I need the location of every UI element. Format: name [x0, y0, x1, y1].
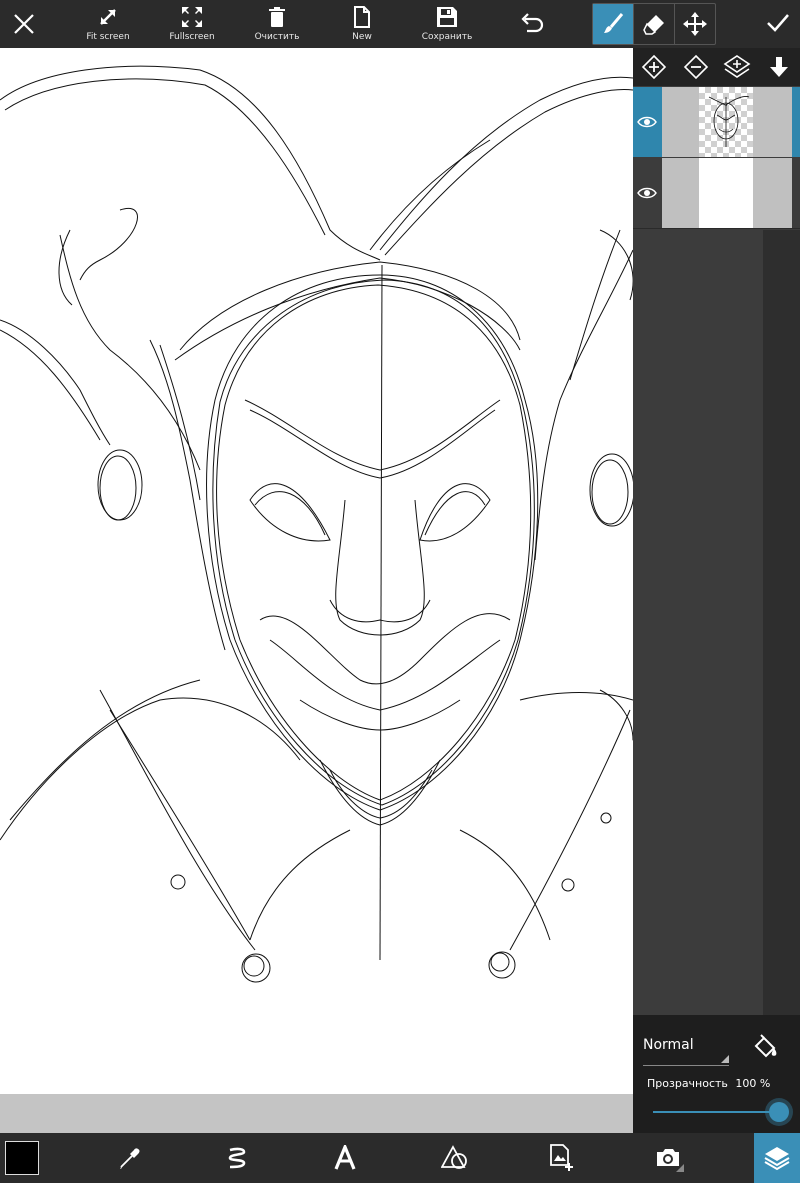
remove-layer-button[interactable] — [675, 48, 717, 86]
current-color-swatch[interactable] — [5, 1141, 39, 1175]
new-file-icon — [354, 6, 370, 28]
remove-layer-icon — [683, 54, 708, 80]
close-icon — [14, 14, 34, 34]
eye-icon — [637, 116, 657, 128]
eyedropper-icon — [120, 1148, 140, 1169]
eraser-tool-button[interactable] — [634, 4, 675, 44]
move-tool-button[interactable] — [675, 4, 715, 44]
opacity-label-text: Прозрачность — [647, 1077, 728, 1090]
save-button[interactable]: Сохранить — [420, 0, 474, 48]
move-icon — [683, 12, 707, 36]
undo-button[interactable] — [510, 0, 554, 48]
layer-visibility-toggle[interactable] — [633, 87, 661, 157]
eyedropper-button[interactable] — [105, 1133, 155, 1183]
confirm-button[interactable] — [756, 0, 800, 48]
blend-mode-value: Normal — [643, 1037, 694, 1053]
opacity-label: Прозрачность 100 % — [647, 1077, 770, 1090]
blend-mode-select[interactable]: Normal — [643, 1033, 729, 1066]
checkmark-icon — [767, 14, 789, 32]
fullscreen-button[interactable]: Fullscreen — [165, 0, 219, 48]
opacity-value: 100 % — [735, 1077, 771, 1090]
layers-icon — [764, 1147, 790, 1171]
tool-selector — [592, 3, 716, 45]
bottom-toolbar — [0, 1133, 800, 1183]
undo-icon — [521, 13, 544, 33]
layer-thumbnail — [662, 87, 792, 157]
canvas-background-gap — [0, 1094, 633, 1133]
move-layer-down-button[interactable] — [758, 48, 800, 86]
clear-label: Очистить — [254, 32, 300, 42]
close-button[interactable] — [0, 0, 48, 48]
trash-icon — [269, 7, 285, 27]
layer-actions-bar — [633, 48, 800, 86]
opacity-slider-track[interactable] — [653, 1111, 779, 1113]
save-label: Сохранить — [421, 32, 473, 42]
add-layer-button[interactable] — [633, 48, 675, 86]
text-icon — [334, 1145, 356, 1170]
layer-thumbnail — [662, 158, 792, 228]
layers-scroll-strip — [763, 230, 800, 1015]
fit-screen-button[interactable]: Fit screen — [82, 0, 134, 48]
new-label: New — [352, 32, 372, 42]
brush-settings-button[interactable] — [212, 1133, 262, 1183]
shapes-tool-button[interactable] — [430, 1133, 480, 1183]
dropdown-triangle-icon — [721, 1055, 729, 1063]
fit-screen-label: Fit screen — [86, 32, 130, 42]
sketch-thumbnail — [708, 96, 750, 147]
paint-bucket-icon — [754, 1034, 777, 1058]
eye-icon — [637, 187, 657, 199]
add-image-button[interactable] — [536, 1133, 586, 1183]
top-toolbar: Fit screen Fullscreen Очистить New Сохра… — [0, 0, 800, 48]
fit-screen-icon — [100, 9, 116, 25]
shapes-icon — [441, 1145, 467, 1169]
jester-sketch — [0, 65, 633, 983]
brush-icon — [604, 13, 624, 33]
brush-tool-button[interactable] — [593, 4, 634, 44]
layer-properties-panel: Normal Прозрачность 100 % — [633, 1015, 800, 1133]
eraser-icon — [643, 15, 664, 35]
clear-button[interactable]: Очистить — [250, 0, 304, 48]
drawing-canvas[interactable] — [0, 48, 633, 1094]
layers-toggle-button[interactable] — [754, 1133, 800, 1183]
arrow-down-icon — [770, 57, 789, 77]
add-image-icon — [550, 1144, 573, 1171]
camera-button[interactable] — [644, 1133, 694, 1183]
new-button[interactable]: New — [340, 0, 384, 48]
text-tool-button[interactable] — [320, 1133, 370, 1183]
brush-stroke-icon — [228, 1147, 246, 1169]
transparent-layer-preview — [699, 87, 753, 157]
white-layer-preview — [699, 158, 753, 228]
add-layer-icon — [641, 54, 667, 80]
fill-layer-button[interactable] — [747, 1029, 783, 1065]
fullscreen-icon — [182, 7, 202, 27]
layer-item-sketch[interactable] — [633, 87, 800, 157]
fullscreen-label: Fullscreen — [169, 32, 215, 42]
save-icon — [437, 7, 457, 27]
opacity-slider-handle[interactable] — [769, 1102, 789, 1122]
merge-layer-button[interactable] — [717, 48, 759, 86]
layer-stack-icon — [723, 55, 751, 78]
layer-visibility-toggle[interactable] — [633, 158, 661, 228]
layer-item-background[interactable] — [633, 158, 800, 229]
camera-icon — [657, 1149, 684, 1172]
